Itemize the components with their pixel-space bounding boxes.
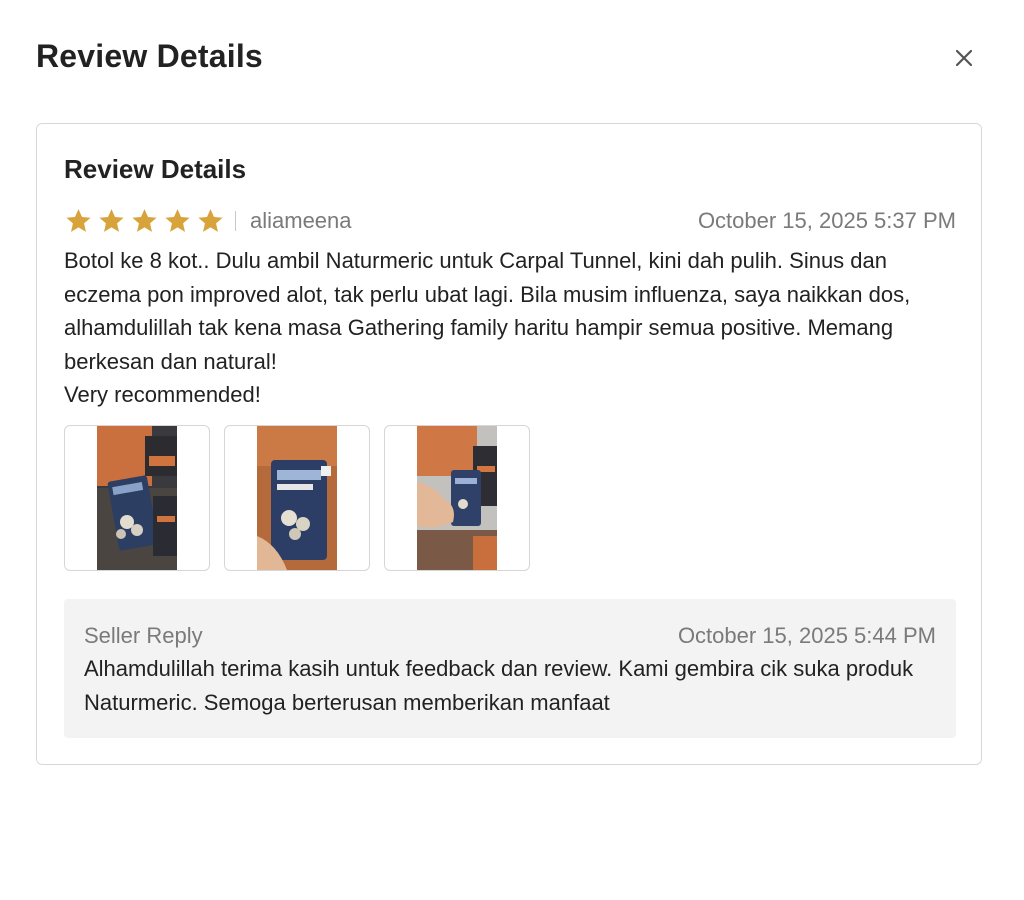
review-text: Botol ke 8 kot.. Dulu ambil Naturmeric u… (64, 244, 944, 412)
product-photo-image (417, 426, 497, 570)
star-icon (198, 208, 223, 232)
seller-reply: Seller Reply October 15, 2025 5:44 PM Al… (64, 599, 956, 738)
review-photos (64, 425, 530, 571)
seller-reply-label: Seller Reply (84, 622, 203, 648)
product-photo-image (97, 426, 177, 570)
review-photo-1[interactable] (64, 425, 210, 571)
reviewer-name: aliameena (250, 208, 352, 233)
review-date: October 15, 2025 5:37 PM (697, 208, 956, 233)
review-photo-3[interactable] (384, 425, 530, 571)
seller-reply-text: Alhamdulillah terima kasih untuk feedbac… (84, 656, 914, 715)
star-icon (165, 208, 190, 232)
review-text-line: Botol ke 8 kot.. Dulu ambil Naturmeric u… (64, 248, 911, 374)
seller-reply-date: October 15, 2025 5:44 PM (677, 622, 936, 648)
star-icon (66, 208, 91, 232)
close-button[interactable] (948, 42, 980, 74)
review-details-modal: Review Details Review Details aliameena … (0, 0, 1024, 900)
review-card: Review Details aliameena October 15, 202… (36, 123, 982, 765)
meta-divider (235, 211, 236, 231)
review-photo-2[interactable] (224, 425, 370, 571)
review-meta-row: aliameena October 15, 2025 5:37 PM (64, 205, 956, 237)
modal-title: Review Details (36, 38, 263, 74)
seller-reply-header: Seller Reply October 15, 2025 5:44 PM (84, 619, 936, 652)
star-icon (99, 208, 124, 232)
review-text-line: Very recommended! (64, 382, 261, 407)
close-icon (955, 49, 973, 67)
product-photo-image (257, 426, 337, 570)
star-icon (132, 208, 157, 232)
star-rating (64, 207, 225, 236)
review-section-title: Review Details (64, 154, 247, 184)
